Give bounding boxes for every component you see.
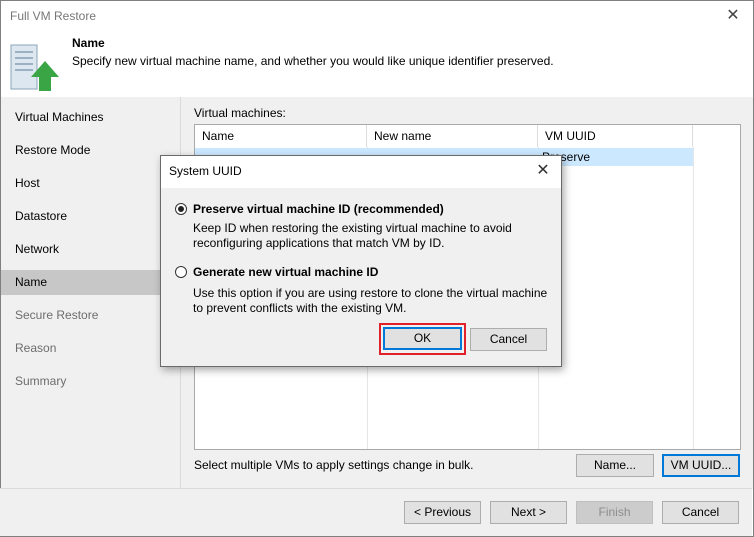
vm-uuid-button[interactable]: VM UUID... <box>662 454 740 477</box>
column-vm-uuid[interactable]: VM UUID <box>538 125 693 147</box>
step-host[interactable]: Host <box>1 171 180 196</box>
generate-id-description: Use this option if you are using restore… <box>193 286 548 315</box>
column-name[interactable]: Name <box>195 125 367 147</box>
step-secure-restore: Secure Restore <box>15 308 99 322</box>
virtual-machines-label: Virtual machines: <box>194 106 286 120</box>
column-new-name[interactable]: New name <box>367 125 538 147</box>
next-button[interactable]: Next > <box>490 501 567 524</box>
restore-arrow-icon <box>10 44 59 91</box>
page-title: Name <box>72 36 105 50</box>
ok-button[interactable]: OK <box>383 327 462 350</box>
bulk-hint: Select multiple VMs to apply settings ch… <box>194 458 474 472</box>
generate-id-radio[interactable] <box>175 266 187 278</box>
cancel-button[interactable]: Cancel <box>662 501 739 524</box>
preserve-id-description: Keep ID when restoring the existing virt… <box>193 221 512 250</box>
window-title: Full VM Restore <box>10 9 97 23</box>
step-virtual-machines[interactable]: Virtual Machines <box>1 105 180 130</box>
page-description: Specify new virtual machine name, and wh… <box>72 54 554 68</box>
step-reason: Reason <box>15 341 57 355</box>
wizard-steps: Virtual Machines Restore Mode Host Datas… <box>1 97 181 489</box>
grid-divider <box>693 147 694 449</box>
step-restore-mode[interactable]: Restore Mode <box>1 138 180 163</box>
preserve-id-radio[interactable] <box>175 203 187 215</box>
preserve-id-title[interactable]: Preserve virtual machine ID (recommended… <box>193 202 444 216</box>
finish-button: Finish <box>576 501 653 524</box>
wizard-header: Name Specify new virtual machine name, a… <box>1 31 753 97</box>
previous-button[interactable]: < Previous <box>404 501 481 524</box>
close-icon[interactable]: ✕ <box>719 4 747 28</box>
step-network[interactable]: Network <box>1 237 180 262</box>
dialog-title: System UUID <box>169 164 242 178</box>
dialog-cancel-button[interactable]: Cancel <box>470 328 547 351</box>
step-summary: Summary <box>15 374 67 388</box>
generate-id-title[interactable]: Generate new virtual machine ID <box>193 265 378 279</box>
step-datastore[interactable]: Datastore <box>1 204 180 229</box>
name-button[interactable]: Name... <box>576 454 654 477</box>
title-bar: Full VM Restore ✕ <box>1 1 753 31</box>
step-name[interactable]: Name <box>1 270 180 295</box>
dialog-close-icon[interactable]: ✕ <box>533 160 553 180</box>
